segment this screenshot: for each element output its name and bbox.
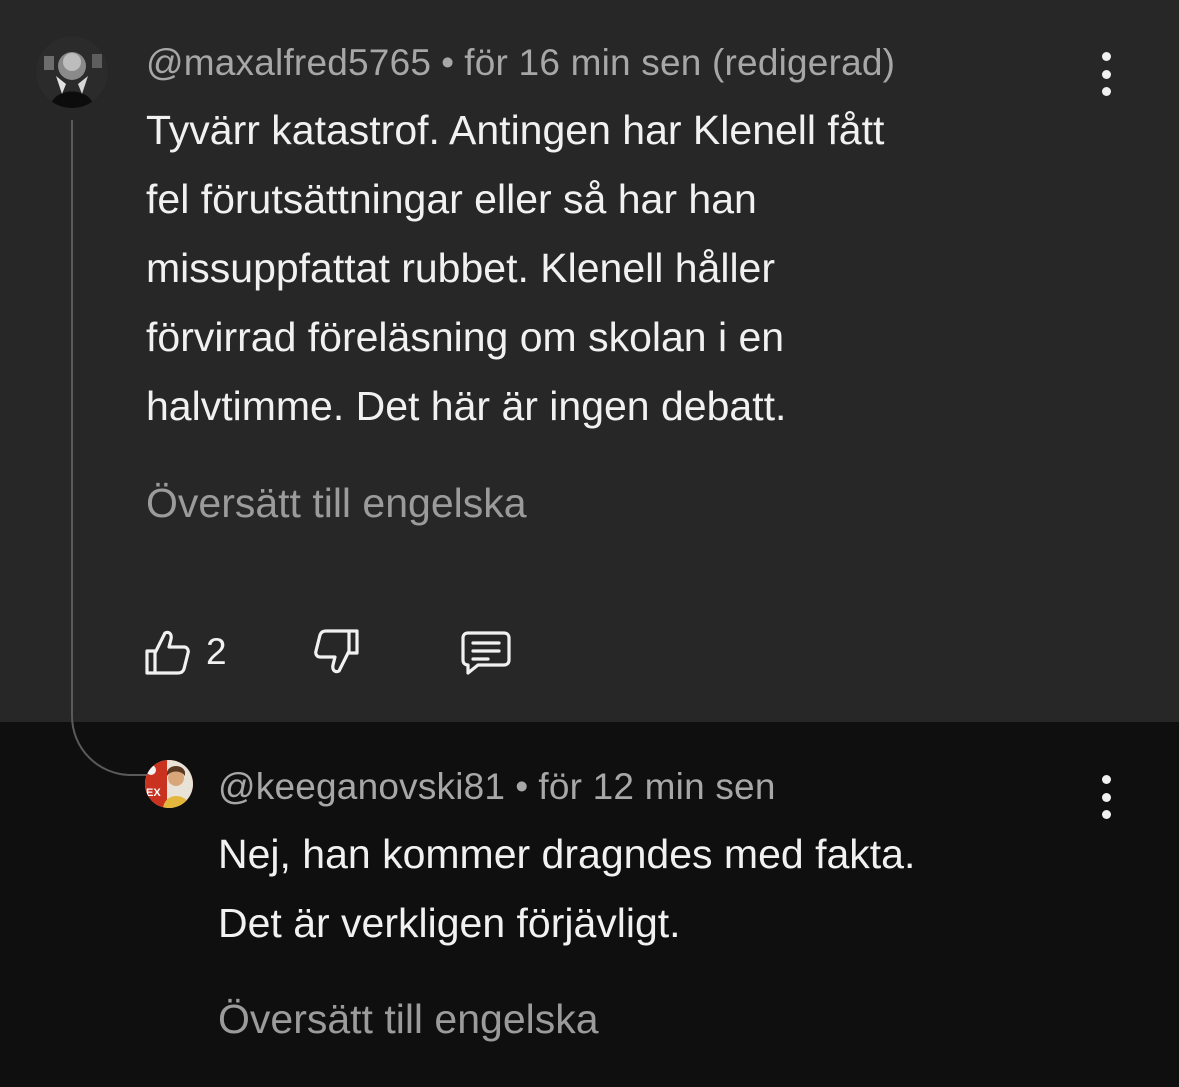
avatar[interactable]: EX <box>145 760 193 808</box>
thread-connector-line <box>71 120 149 776</box>
translate-button[interactable]: Översätt till engelska <box>146 480 527 527</box>
user-avatar-icon <box>36 36 108 108</box>
thumbs-up-icon <box>145 630 190 675</box>
username-link[interactable]: @maxalfred5765 <box>146 42 431 83</box>
like-button[interactable]: 2 <box>142 625 227 684</box>
main-comment: @maxalfred5765 • för 16 min sen (redigerad… <box>0 0 1179 722</box>
comment-icon <box>461 631 511 675</box>
like-count: 2 <box>206 631 227 672</box>
more-vertical-icon[interactable] <box>1096 52 1116 96</box>
avatar[interactable] <box>36 36 108 108</box>
thumbs-down-icon <box>314 629 359 674</box>
comments-page: @maxalfred5765 • för 16 min sen (redigerad… <box>0 0 1179 1087</box>
svg-text:EX: EX <box>146 787 161 799</box>
comment-meta: @maxalfred5765 • för 16 min sen (redigerad… <box>146 42 895 84</box>
translate-button[interactable]: Översätt till engelska <box>218 996 599 1043</box>
dislike-button[interactable] <box>312 625 362 684</box>
timestamp-link[interactable]: för 16 min sen (redigerad) <box>464 42 895 83</box>
username-link[interactable]: @keeganovski81 <box>218 766 505 807</box>
comment-meta: @keeganovski81 • för 12 min sen <box>218 766 776 808</box>
comment-text: Tyvärr katastrof. Antingen har Klenell f… <box>146 107 885 429</box>
comment-text: Nej, han kommer dragndes med fakta. Det … <box>218 831 916 946</box>
meta-separator: • <box>515 766 529 807</box>
reply-button[interactable] <box>458 625 514 684</box>
more-vertical-icon[interactable] <box>1096 775 1116 819</box>
timestamp-link[interactable]: för 12 min sen <box>538 766 775 807</box>
meta-separator: • <box>441 42 455 83</box>
user-avatar-icon: EX <box>145 760 193 808</box>
